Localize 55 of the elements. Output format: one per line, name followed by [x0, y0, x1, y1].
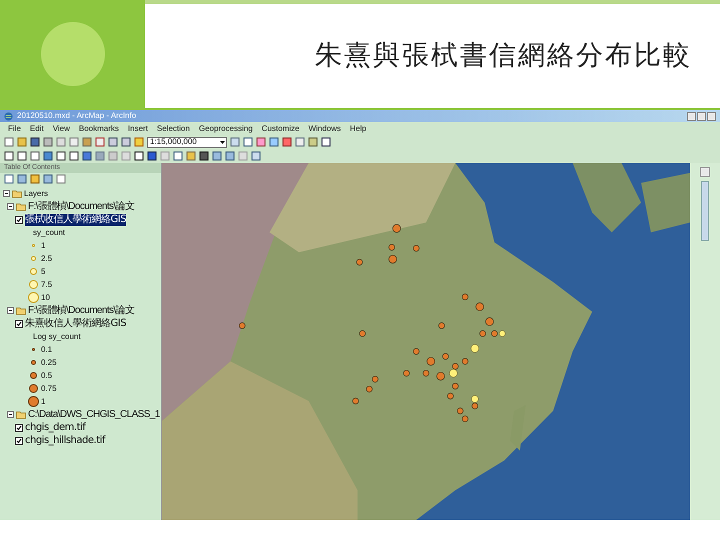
legend-label: 0.5	[41, 370, 52, 382]
restore-button[interactable]	[697, 112, 706, 120]
folder-icon	[16, 202, 26, 210]
collapse-toggle-icon[interactable]	[7, 411, 14, 418]
menu-item[interactable]: Windows	[308, 124, 341, 132]
legend-field-name: sy_count	[33, 226, 66, 238]
legend-label: 2.5	[41, 252, 52, 264]
scale-dropdown[interactable]: 1:15,000,000	[147, 136, 227, 148]
tree-item[interactable]: C:\Data\DWS_CHGIS_CLASS_1	[28, 408, 160, 420]
legend-symbol-icon	[28, 292, 38, 303]
app-globe-icon	[4, 112, 13, 120]
legend-symbol-icon	[32, 244, 34, 247]
layer-name[interactable]: chgis_hillshade.tif	[25, 434, 105, 446]
legend-field-name: Log sy_count	[33, 330, 81, 342]
menu-item[interactable]: Edit	[30, 124, 44, 132]
legend-label: 0.75	[41, 382, 57, 394]
menu-item[interactable]: Geoprocessing	[198, 124, 253, 132]
layer-checkbox[interactable]	[15, 436, 23, 444]
legend-label: 7.5	[41, 278, 52, 290]
collapse-toggle-icon[interactable]	[3, 190, 10, 197]
legend-label: 5	[41, 266, 46, 278]
tree-item[interactable]: F:\張體楨\Documents\論文	[28, 304, 134, 316]
legend-label: 10	[41, 292, 50, 304]
menu-item[interactable]: File	[8, 124, 21, 132]
collapse-toggle-icon[interactable]	[7, 203, 14, 210]
collapse-toggle-icon[interactable]	[7, 307, 14, 314]
legend-symbol-icon	[28, 396, 38, 407]
menu-item[interactable]: View	[52, 124, 70, 132]
menu-item[interactable]: Customize	[262, 124, 300, 132]
layer-name[interactable]: 張栻收信人學術網絡GIS	[25, 214, 126, 226]
menu-item[interactable]: Selection	[156, 124, 190, 132]
layer-checkbox[interactable]	[15, 320, 23, 328]
legend-symbol-icon	[32, 348, 34, 351]
tree-item[interactable]: F:\張體楨\Documents\論文	[28, 200, 134, 212]
legend-label: 0.1	[41, 344, 52, 356]
layers-icon	[12, 190, 22, 198]
folder-icon	[16, 306, 26, 314]
legend-symbol-icon	[30, 256, 36, 261]
layer-name[interactable]: 朱熹收信人學術網絡GIS	[25, 318, 126, 330]
layer-checkbox[interactable]	[15, 424, 23, 432]
menu-item[interactable]: Insert	[128, 124, 148, 132]
legend-symbol-icon	[30, 360, 36, 365]
minimize-button[interactable]	[687, 112, 696, 120]
menu-item[interactable]: Help	[350, 124, 366, 132]
folder-icon	[16, 410, 26, 418]
window-title: 20120510.mxd - ArcMap - ArcInfo	[17, 112, 136, 120]
slide-title: 朱熹與張栻書信網絡分布比較	[315, 38, 692, 73]
layer-checkbox[interactable]	[15, 216, 23, 224]
legend-label: 1	[41, 240, 46, 252]
legend-label: 0.25	[41, 356, 57, 368]
layer-name[interactable]: chgis_dem.tif	[25, 422, 86, 434]
menu-item[interactable]: Bookmarks	[78, 124, 119, 132]
tree-item[interactable]: Layers	[24, 188, 48, 200]
close-button[interactable]	[707, 112, 716, 120]
legend-label: 1	[41, 396, 46, 408]
